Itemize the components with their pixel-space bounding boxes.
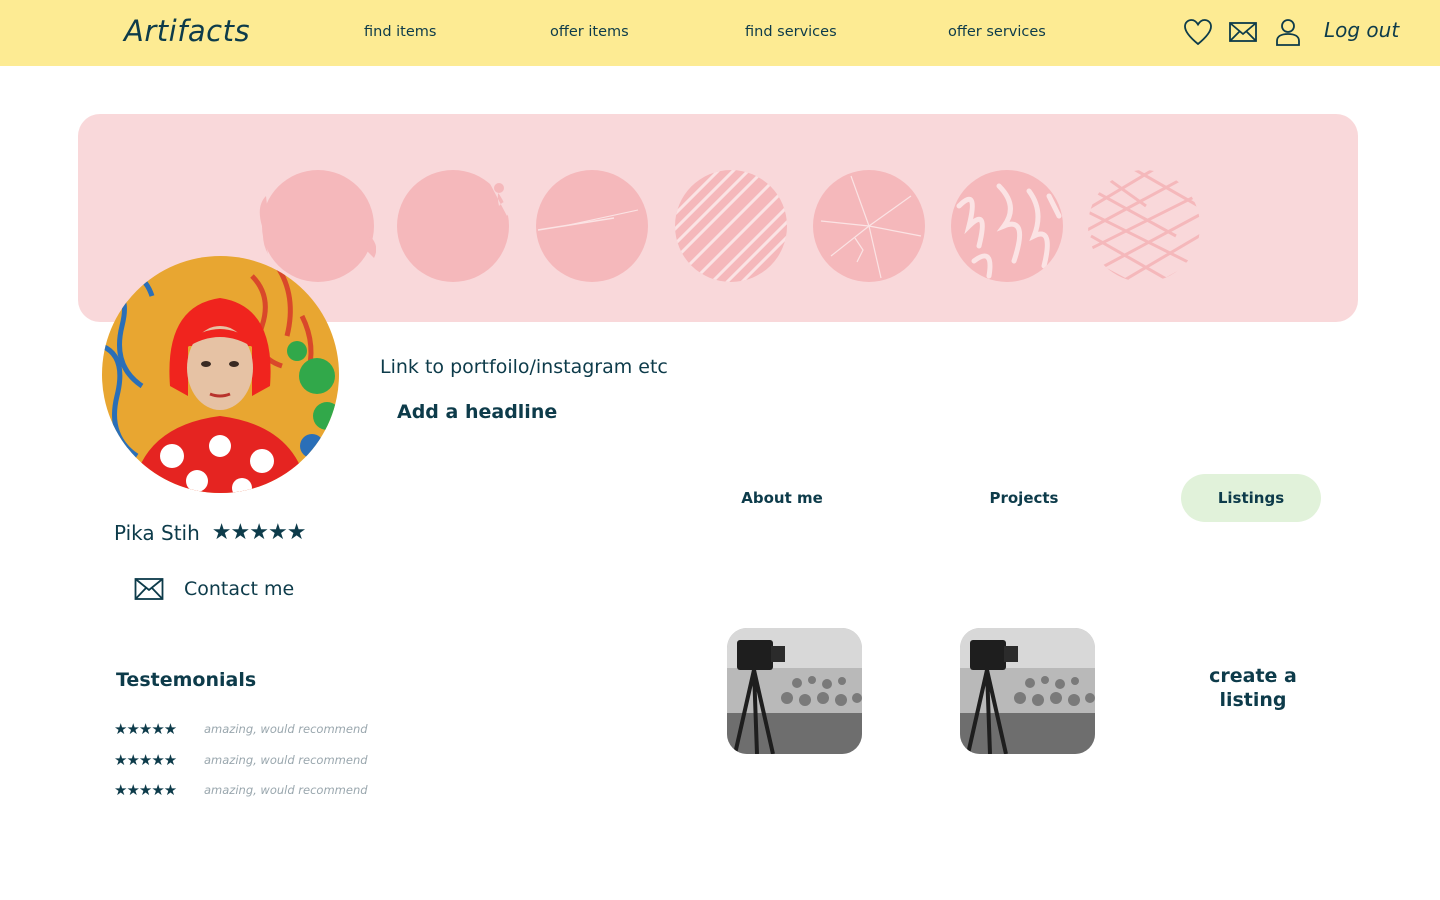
mail-icon[interactable]	[1228, 17, 1258, 47]
tab-about-me[interactable]: About me	[712, 474, 852, 522]
texture-swatch-6	[951, 170, 1063, 282]
testimonial-text: amazing, would recommend	[204, 722, 368, 736]
add-headline-button[interactable]: Add a headline	[397, 401, 557, 423]
portfolio-link[interactable]: Link to portfoilo/instagram etc	[380, 356, 668, 378]
nav-offer-items[interactable]: offer items	[550, 24, 629, 40]
texture-swatch-1	[259, 170, 376, 282]
contact-me-label: Contact me	[184, 578, 295, 600]
tab-projects[interactable]: Projects	[954, 474, 1094, 522]
texture-swatch-2	[397, 170, 511, 282]
texture-swatch-3	[536, 170, 648, 282]
testimonial-item: ★★★★★ amazing, would recommend	[114, 720, 368, 738]
heart-icon[interactable]	[1183, 17, 1213, 47]
texture-swatch-4	[675, 170, 787, 282]
user-rating-stars: ★★★★★	[211, 520, 307, 545]
mail-icon	[134, 578, 164, 600]
profile-name-row: Pika Stih ★★★★★	[114, 520, 307, 545]
tab-listings[interactable]: Listings	[1181, 474, 1321, 522]
testimonial-stars: ★★★★★	[114, 781, 177, 799]
nav-offer-services[interactable]: offer services	[948, 24, 1046, 40]
top-navigation-bar: Artifacts find items offer items find se…	[0, 0, 1440, 66]
app-logo[interactable]: Artifacts	[124, 14, 250, 48]
testimonials-heading: Testemonials	[116, 669, 257, 691]
texture-swatch-5	[813, 170, 925, 282]
profile-avatar	[102, 256, 339, 493]
testimonial-text: amazing, would recommend	[204, 783, 368, 797]
nav-find-items[interactable]: find items	[364, 24, 436, 40]
user-name: Pika Stih	[114, 520, 200, 545]
testimonial-item: ★★★★★ amazing, would recommend	[114, 751, 368, 769]
testimonial-item: ★★★★★ amazing, would recommend	[114, 781, 368, 799]
nav-find-services[interactable]: find services	[745, 24, 837, 40]
texture-swatch-7	[1088, 170, 1200, 282]
listing-thumbnail[interactable]	[960, 628, 1095, 754]
testimonial-stars: ★★★★★	[114, 720, 177, 738]
testimonial-stars: ★★★★★	[114, 751, 177, 769]
testimonial-text: amazing, would recommend	[204, 753, 368, 767]
create-listing-button[interactable]: create a listing	[1194, 664, 1312, 712]
listing-thumbnail[interactable]	[727, 628, 862, 754]
user-icon[interactable]	[1273, 17, 1303, 47]
contact-me-button[interactable]: Contact me	[134, 576, 294, 602]
logout-link[interactable]: Log out	[1324, 18, 1399, 42]
